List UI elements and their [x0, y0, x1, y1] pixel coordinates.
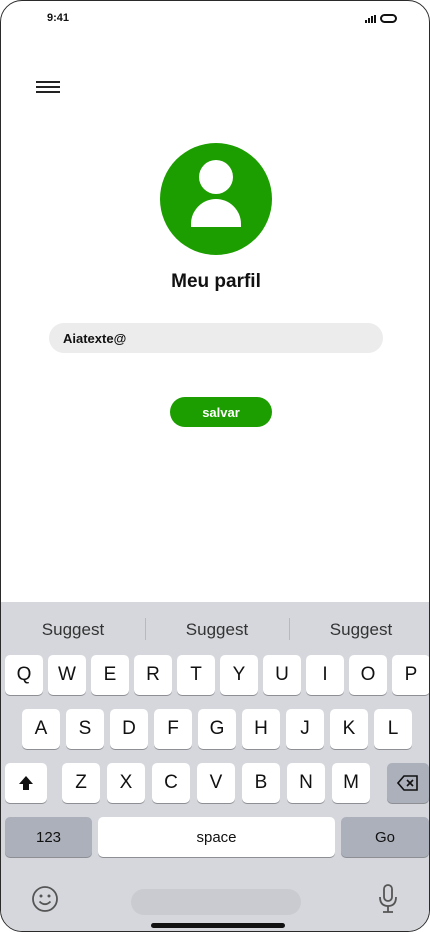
page-title: Meu parfil	[171, 271, 261, 292]
backspace-icon	[397, 775, 418, 791]
space-key[interactable]: space	[98, 817, 335, 857]
key-u[interactable]: U	[263, 655, 301, 695]
save-button[interactable]: salvar	[170, 397, 272, 427]
battery-icon	[380, 14, 397, 23]
key-j[interactable]: J	[286, 709, 324, 749]
key-w[interactable]: W	[48, 655, 86, 695]
status-time: 9:41	[47, 12, 70, 24]
key-r[interactable]: R	[134, 655, 172, 695]
home-indicator[interactable]	[151, 923, 285, 928]
key-s[interactable]: S	[66, 709, 104, 749]
signal-icon	[365, 14, 376, 23]
key-x[interactable]: X	[107, 763, 145, 803]
key-h[interactable]: H	[242, 709, 280, 749]
suggestion-2[interactable]: Suggest	[145, 620, 289, 640]
shift-key[interactable]	[5, 763, 47, 803]
phone-screen: 9:41 Meu parfil salvar Suggest Suggest S…	[0, 0, 430, 932]
key-o[interactable]: O	[349, 655, 387, 695]
key-p[interactable]: P	[392, 655, 429, 695]
key-n[interactable]: N	[287, 763, 325, 803]
blurred-area	[131, 889, 301, 915]
key-z[interactable]: Z	[62, 763, 100, 803]
key-k[interactable]: K	[330, 709, 368, 749]
shift-icon	[19, 776, 33, 790]
key-b[interactable]: B	[242, 763, 280, 803]
numbers-key[interactable]: 123	[5, 817, 92, 857]
key-t[interactable]: T	[177, 655, 215, 695]
menu-icon[interactable]	[36, 81, 60, 95]
key-m[interactable]: M	[332, 763, 370, 803]
key-v[interactable]: V	[197, 763, 235, 803]
suggestion-3[interactable]: Suggest	[289, 620, 429, 640]
key-q[interactable]: Q	[5, 655, 43, 695]
key-e[interactable]: E	[91, 655, 129, 695]
key-a[interactable]: A	[22, 709, 60, 749]
key-y[interactable]: Y	[220, 655, 258, 695]
emoji-icon[interactable]	[31, 885, 59, 913]
avatar-user-icon	[160, 143, 272, 255]
key-c[interactable]: C	[152, 763, 190, 803]
go-key[interactable]: Go	[341, 817, 429, 857]
microphone-icon[interactable]	[377, 883, 399, 915]
suggestion-1[interactable]: Suggest	[1, 620, 145, 640]
key-g[interactable]: G	[198, 709, 236, 749]
username-input[interactable]	[49, 323, 383, 353]
backspace-key[interactable]	[387, 763, 429, 803]
key-f[interactable]: F	[154, 709, 192, 749]
key-i[interactable]: I	[306, 655, 344, 695]
key-l[interactable]: L	[374, 709, 412, 749]
key-d[interactable]: D	[110, 709, 148, 749]
keyboard: Suggest Suggest Suggest Q W E R T Y U I …	[1, 602, 429, 931]
status-icons	[365, 14, 397, 23]
